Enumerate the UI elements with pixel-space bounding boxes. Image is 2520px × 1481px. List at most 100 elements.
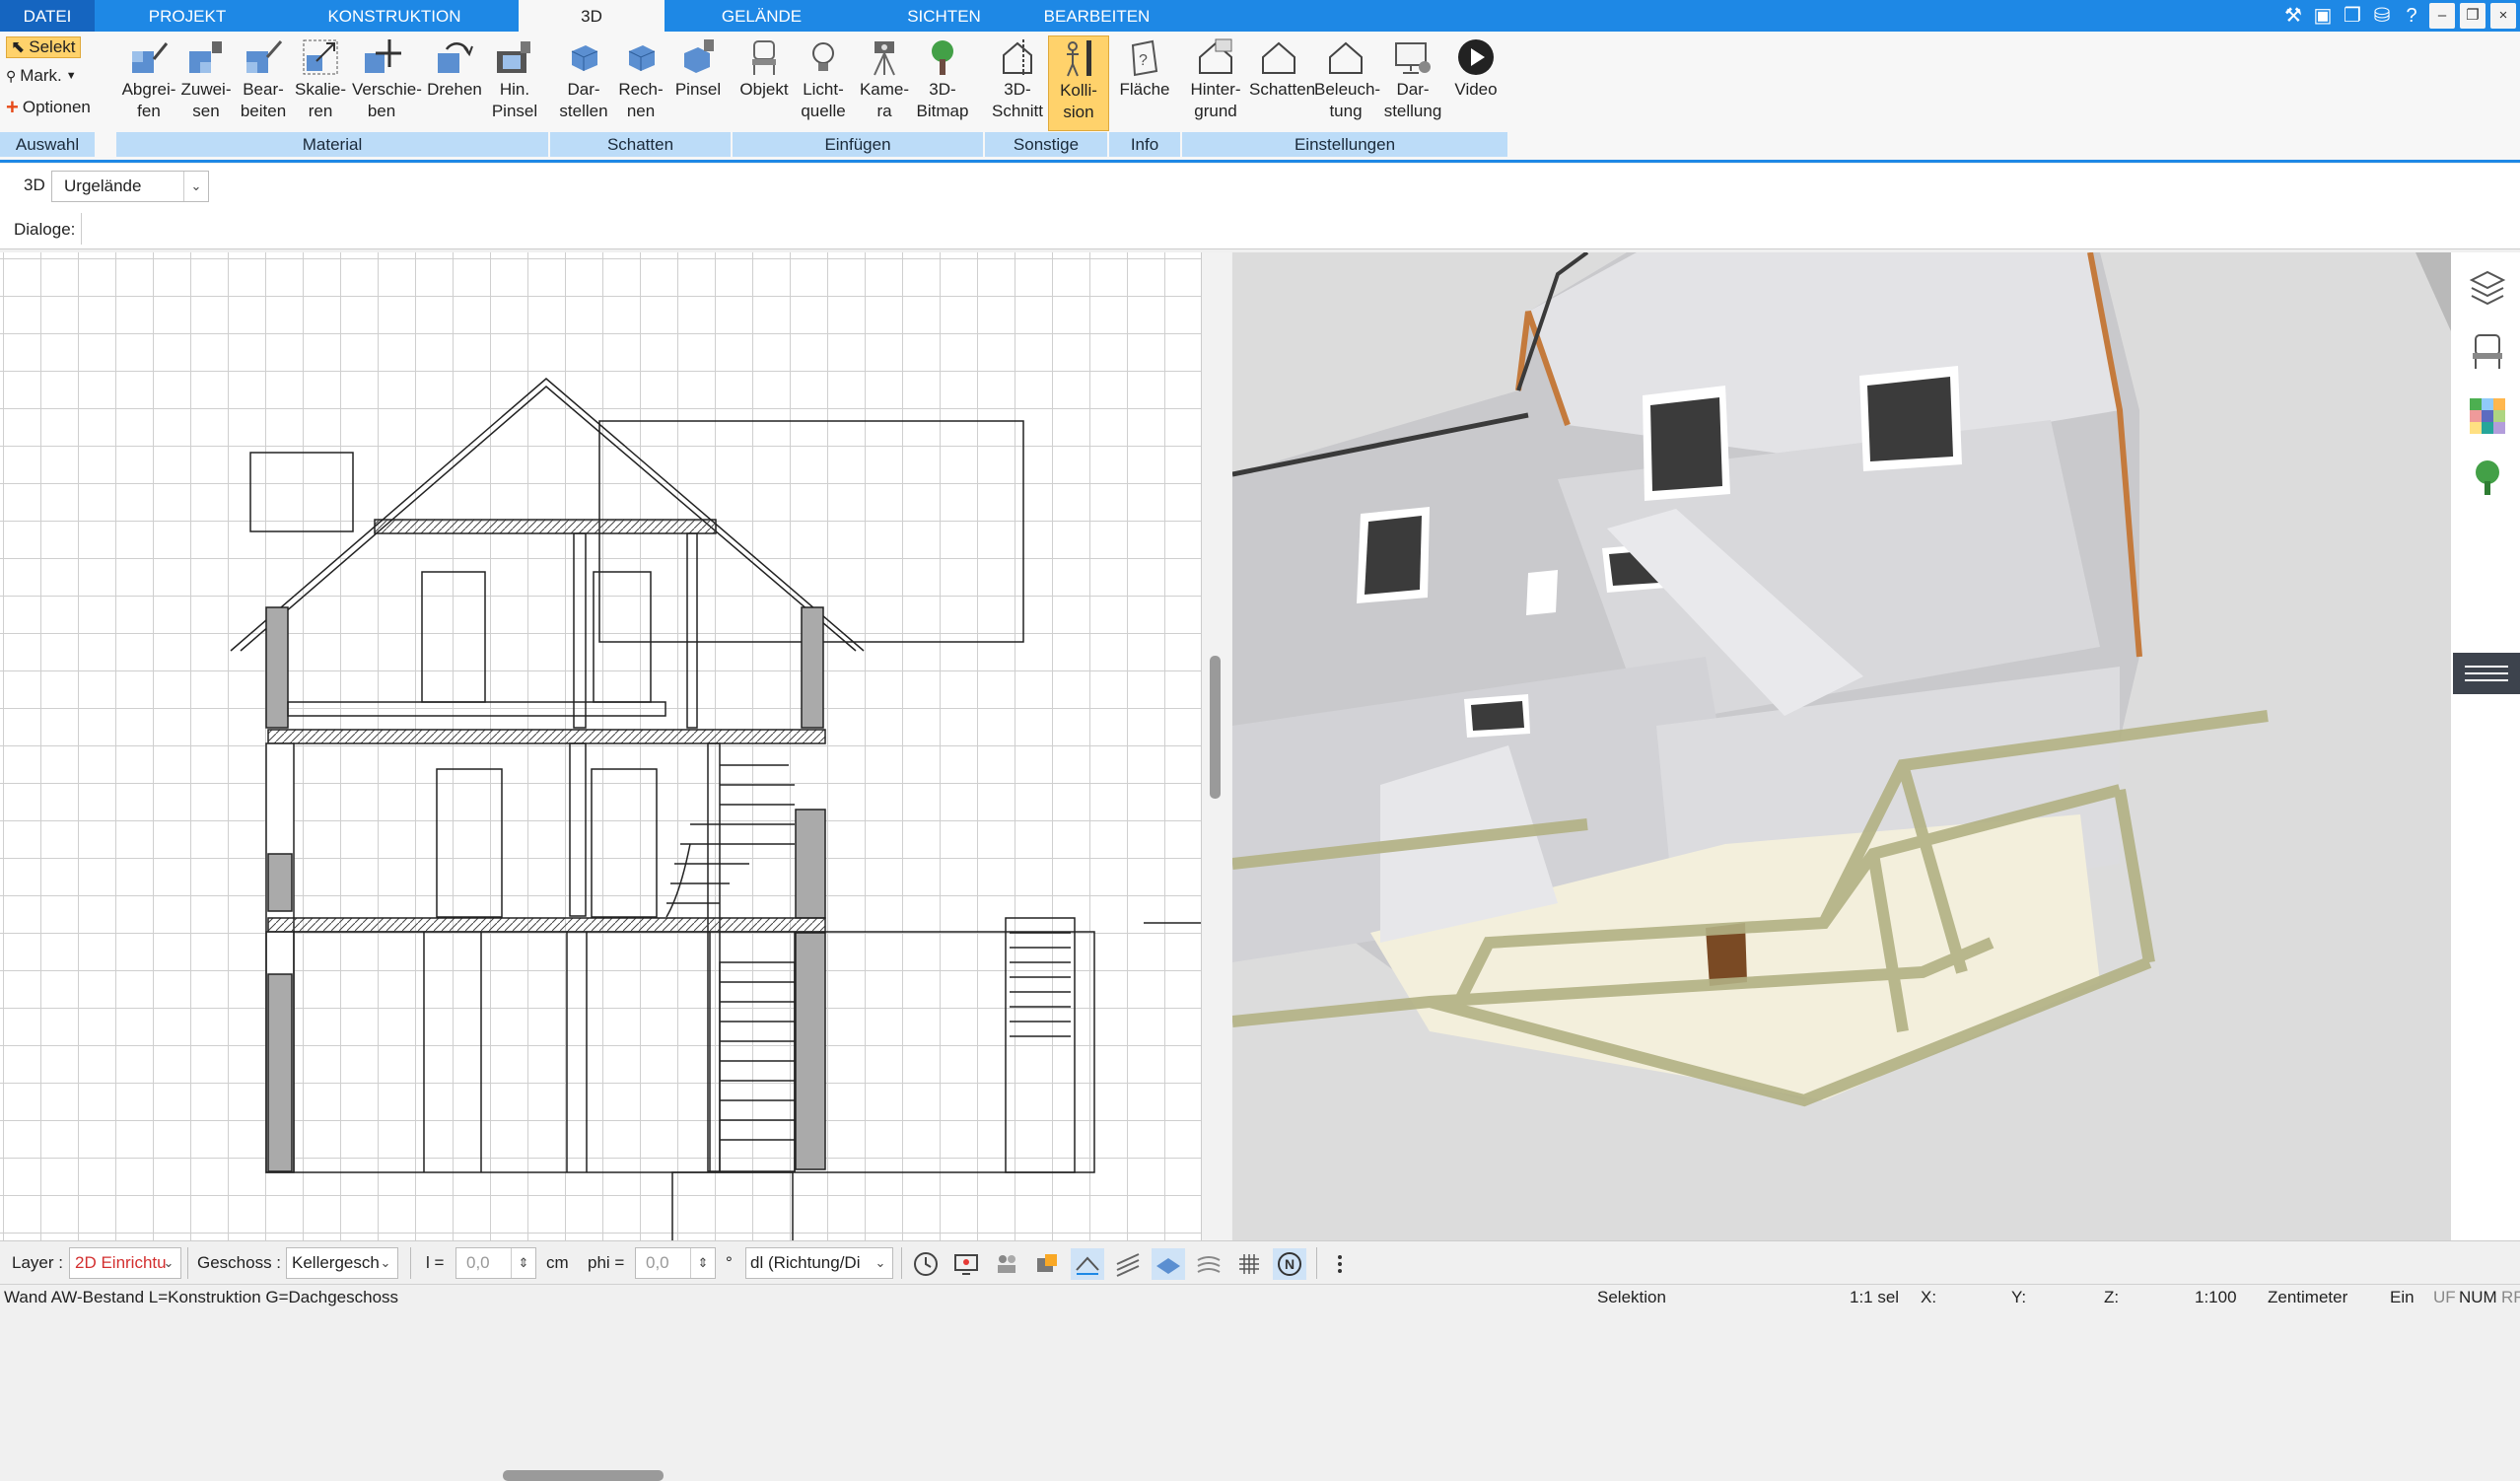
minimize-button[interactable]: – <box>2429 3 2455 29</box>
plants-tree-icon[interactable] <box>2468 458 2507 497</box>
abgreifen-button[interactable]: Abgrei- fen <box>119 35 178 129</box>
schatten-einst-button[interactable]: Schatten <box>1249 35 1315 129</box>
3d-view-canvas[interactable] <box>1232 252 2451 1240</box>
rechnen-button[interactable]: Rech- nen <box>611 35 670 129</box>
direction-select[interactable]: dl (Richtung/Di ⌄ <box>745 1247 893 1279</box>
hatch-icon[interactable] <box>1111 1248 1145 1280</box>
video-button[interactable]: Video <box>1446 35 1505 129</box>
status-scale: 1:100 <box>2195 1288 2237 1306</box>
schnitt-3d-button[interactable]: 3D- Schnitt <box>988 35 1047 129</box>
view-toolbar: 3D Urgelände ⌄ <box>0 164 2520 210</box>
layer-select[interactable]: 2D Einrichtu ⌄ <box>69 1247 181 1279</box>
materials-palette-icon[interactable] <box>2468 396 2507 436</box>
divider <box>1316 1247 1317 1279</box>
geschoss-select[interactable]: Kellergesch ⌄ <box>286 1247 398 1279</box>
status-unit: Zentimeter <box>2268 1288 2348 1306</box>
tab-datei[interactable]: DATEI <box>0 0 95 32</box>
chevron-down-icon: ⌄ <box>875 1255 886 1270</box>
tab-3d[interactable]: 3D <box>519 0 665 33</box>
tab-konstruktion[interactable]: KONSTRUKTION <box>315 0 473 32</box>
status-uf: UF <box>2433 1288 2456 1306</box>
objekt-button[interactable]: Objekt <box>735 35 794 129</box>
lichtquelle-button[interactable]: Licht- quelle <box>794 35 853 129</box>
panel-menu-button[interactable] <box>2453 653 2520 694</box>
hintergrund-button[interactable]: Hinter- grund <box>1184 35 1247 129</box>
close-button[interactable]: × <box>2490 3 2516 29</box>
compute-cube-icon <box>611 35 670 79</box>
tab-gelaende[interactable]: GELÄNDE <box>705 0 818 32</box>
group-sonstige: 3D- Schnitt Kolli- sion Sonstige <box>985 32 1109 160</box>
stepper-icon[interactable]: ⇕ <box>690 1248 715 1278</box>
bitmap-3d-button[interactable]: 3D- Bitmap <box>913 35 972 129</box>
measure-icon[interactable] <box>1071 1248 1104 1280</box>
shadow-house-icon <box>1249 35 1308 79</box>
zuweisen-button[interactable]: Zuwei- sen <box>176 35 236 129</box>
mark-icon: ⚲ <box>6 67 17 84</box>
plane-icon[interactable] <box>1152 1248 1185 1280</box>
chevron-down-icon: ⌄ <box>163 1255 175 1270</box>
cm-label: cm <box>546 1253 569 1272</box>
tab-projekt[interactable]: PROJEKT <box>128 0 246 32</box>
hin-pinsel-button[interactable]: Hin. Pinsel <box>485 35 544 129</box>
divider <box>901 1247 902 1279</box>
length-input[interactable]: 0,0 ⇕ <box>455 1247 536 1279</box>
store-icon[interactable]: ⛁ <box>2369 3 2395 29</box>
lighting-house-icon <box>1314 35 1377 79</box>
layers-stack-icon[interactable] <box>1192 1248 1225 1280</box>
plus-icon: + <box>6 95 19 119</box>
darstellung-button[interactable]: Dar- stellung <box>1383 35 1442 129</box>
selekt-button[interactable]: ⬉ Selekt <box>6 36 81 58</box>
vertical-scrollbar[interactable] <box>1210 656 1221 799</box>
group-label-schatten: Schatten <box>550 132 731 157</box>
ribbon-tab-bar: DATEI PROJEKT KONSTRUKTION 3D GELÄNDE SI… <box>0 0 2520 33</box>
darstellen-button[interactable]: Dar- stellen <box>554 35 613 129</box>
group-label-sonstige: Sonstige <box>985 132 1107 157</box>
bearbeiten-button[interactable]: Bear- beiten <box>234 35 293 129</box>
ribbon: ⬉ Selekt ⚲ Mark. ▼ + Optionen Auswahl Abgrei… <box>0 32 2520 163</box>
help-icon[interactable]: ? <box>2399 3 2424 29</box>
beleuchtung-button[interactable]: Beleuch- tung <box>1314 35 1380 129</box>
tools-icon[interactable]: ⚒ <box>2280 3 2306 29</box>
monitor-settings-icon <box>1383 35 1442 79</box>
verschieben-button[interactable]: Verschie- ben <box>352 35 422 129</box>
people-icon[interactable] <box>990 1248 1023 1280</box>
flaeche-button[interactable]: ? Fläche <box>1115 35 1174 129</box>
section-plan-canvas[interactable] <box>0 252 1202 1481</box>
restore-button[interactable]: ❐ <box>2460 3 2485 29</box>
mark-button[interactable]: ⚲ Mark. ▼ <box>6 66 77 86</box>
group-schatten: Dar- stellen Rech- nen Pinsel Schatten <box>550 32 731 160</box>
divider <box>81 213 82 245</box>
objects-icon[interactable] <box>1030 1248 1064 1280</box>
layers-icon[interactable] <box>2468 268 2507 308</box>
clock-icon[interactable] <box>909 1248 943 1280</box>
furniture-chair-icon[interactable] <box>2468 331 2507 371</box>
skalieren-button[interactable]: Skalie- ren <box>291 35 350 129</box>
tab-sichten[interactable]: SICHTEN <box>887 0 1001 32</box>
optionen-button[interactable]: + Optionen <box>6 95 91 120</box>
cascade-icon[interactable]: ❐ <box>2340 3 2365 29</box>
phi-input[interactable]: 0,0 ⇕ <box>635 1247 716 1279</box>
schatten-pinsel-button[interactable]: Pinsel <box>668 35 728 129</box>
property-bar: Layer : 2D Einrichtu ⌄ Geschoss : Keller… <box>0 1240 2520 1285</box>
window-icon[interactable]: ▣ <box>2310 3 2336 29</box>
more-options-icon[interactable] <box>1323 1248 1357 1280</box>
group-label-info: Info <box>1109 132 1180 157</box>
tab-bearbeiten[interactable]: BEARBEITEN <box>1035 0 1158 32</box>
monitor-icon[interactable] <box>949 1248 983 1280</box>
phi-label: phi = <box>588 1253 625 1272</box>
status-num: NUM <box>2459 1288 2497 1306</box>
stepper-icon[interactable]: ⇕ <box>511 1248 535 1278</box>
north-icon[interactable]: N <box>1273 1248 1306 1280</box>
status-rf: RF <box>2501 1288 2520 1306</box>
grid-icon[interactable] <box>1232 1248 1266 1280</box>
status-z: Z: <box>2104 1288 2120 1306</box>
kamera-button[interactable]: Kame- ra <box>855 35 914 129</box>
terrain-select[interactable]: Urgelände ⌄ <box>51 171 209 202</box>
horizontal-scrollbar[interactable] <box>503 1470 664 1481</box>
drehen-button[interactable]: Drehen <box>425 35 484 129</box>
status-selection: 1:1 sel <box>1850 1288 1900 1306</box>
status-x: X: <box>1921 1288 1937 1306</box>
kollision-button[interactable]: Kolli- sion <box>1048 35 1109 131</box>
tree-icon <box>913 35 972 79</box>
move-icon <box>352 35 411 79</box>
